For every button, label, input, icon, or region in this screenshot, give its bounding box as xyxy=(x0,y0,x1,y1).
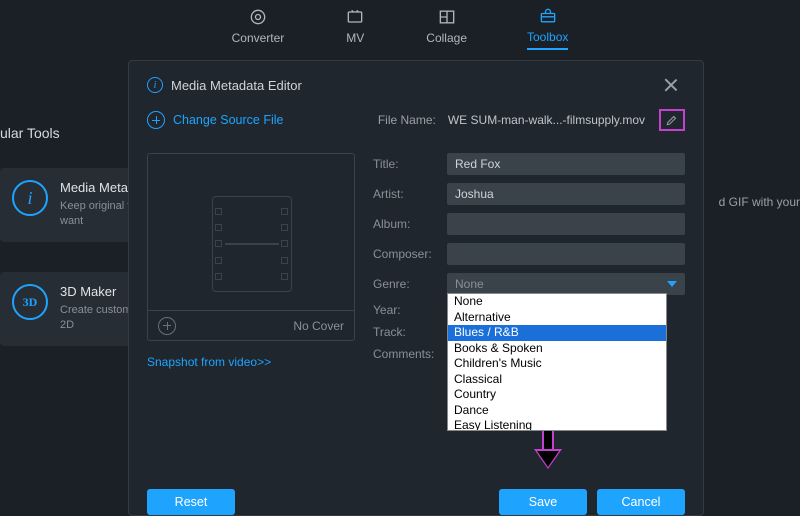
cover-panel: No Cover Snapshot from video>> xyxy=(147,153,355,477)
collage-icon xyxy=(436,7,458,27)
plus-icon xyxy=(147,111,165,129)
card-desc: Create customi 2D xyxy=(60,303,134,334)
card-title: 3D Maker xyxy=(60,284,134,299)
genre-option[interactable]: Easy Listening xyxy=(448,418,666,431)
modal-title: Media Metadata Editor xyxy=(171,78,655,93)
tab-toolbox[interactable]: Toolbox xyxy=(527,6,568,50)
genre-option[interactable]: Classical xyxy=(448,372,666,388)
input-composer[interactable] xyxy=(447,243,685,265)
three-d-icon: 3D xyxy=(12,284,48,320)
modal-header: i Media Metadata Editor xyxy=(129,61,703,103)
chevron-down-icon xyxy=(667,281,677,287)
genre-option[interactable]: Children's Music xyxy=(448,356,666,372)
change-source-button[interactable]: Change Source File xyxy=(173,113,370,127)
film-icon xyxy=(212,196,292,292)
genre-option[interactable]: Dance xyxy=(448,403,666,419)
label-album: Album: xyxy=(373,217,441,231)
cover-add-row: No Cover xyxy=(148,310,354,340)
annotation-arrow xyxy=(534,425,562,471)
genre-option[interactable]: Blues / R&B xyxy=(448,325,666,341)
toolbox-icon xyxy=(537,6,559,26)
select-genre[interactable]: None xyxy=(447,273,685,295)
genre-dropdown[interactable]: NoneAlternativeBlues / R&BBooks & Spoken… xyxy=(447,293,667,431)
pencil-icon xyxy=(665,113,679,127)
save-button[interactable]: Save xyxy=(499,489,587,515)
file-name-label: File Name: xyxy=(378,113,436,127)
label-title: Title: xyxy=(373,157,441,171)
tab-converter[interactable]: Converter xyxy=(232,7,285,49)
info-icon: i xyxy=(12,180,48,216)
close-icon[interactable] xyxy=(663,77,679,93)
select-genre-value: None xyxy=(455,277,484,291)
tab-collage[interactable]: Collage xyxy=(426,7,467,49)
input-album[interactable] xyxy=(447,213,685,235)
input-artist[interactable] xyxy=(447,183,685,205)
genre-option[interactable]: Alternative xyxy=(448,310,666,326)
label-genre: Genre: xyxy=(373,277,441,291)
tab-mv[interactable]: MV xyxy=(344,7,366,49)
tab-label: MV xyxy=(346,31,364,45)
cancel-button[interactable]: Cancel xyxy=(597,489,685,515)
edit-filename-button[interactable] xyxy=(659,109,685,131)
modal-body: No Cover Snapshot from video>> Title: Ar… xyxy=(129,145,703,477)
top-nav: Converter MV Collage Toolbox xyxy=(0,0,800,55)
label-comments: Comments: xyxy=(373,347,441,361)
file-name-value: WE SUM-man-walk...-filmsupply.mov xyxy=(448,113,645,127)
tab-label: Converter xyxy=(232,31,285,45)
label-composer: Composer: xyxy=(373,247,441,261)
tab-label: Collage xyxy=(426,31,467,45)
modal-footer: Reset Save Cancel xyxy=(129,477,703,515)
fields-panel: Title: Artist: Album: Composer: Genre: N… xyxy=(373,153,685,477)
input-title[interactable] xyxy=(447,153,685,175)
mv-icon xyxy=(344,7,366,27)
reset-button[interactable]: Reset xyxy=(147,489,235,515)
tab-label: Toolbox xyxy=(527,30,568,44)
metadata-editor-modal: i Media Metadata Editor Change Source Fi… xyxy=(128,60,704,516)
add-cover-icon[interactable] xyxy=(158,317,176,335)
cover-frame: No Cover xyxy=(147,153,355,341)
converter-icon xyxy=(247,7,269,27)
info-icon: i xyxy=(147,77,163,93)
genre-option[interactable]: None xyxy=(448,294,666,310)
label-year: Year: xyxy=(373,303,441,317)
section-heading: ular Tools xyxy=(0,125,60,141)
label-artist: Artist: xyxy=(373,187,441,201)
source-row: Change Source File File Name: WE SUM-man… xyxy=(129,103,703,145)
snapshot-link[interactable]: Snapshot from video>> xyxy=(147,355,355,369)
genre-option[interactable]: Country xyxy=(448,387,666,403)
label-track: Track: xyxy=(373,325,441,339)
no-cover-label: No Cover xyxy=(293,319,344,333)
card-desc-fragment: d GIF with your xyxy=(719,195,800,209)
genre-option[interactable]: Books & Spoken xyxy=(448,341,666,357)
